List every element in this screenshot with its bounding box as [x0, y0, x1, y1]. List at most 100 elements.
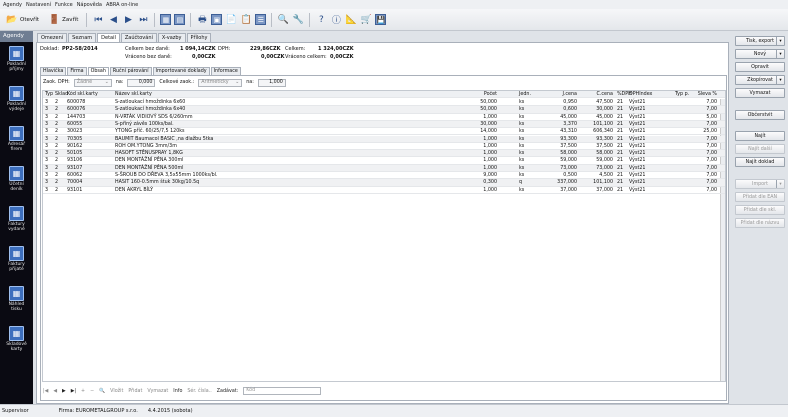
doc-icon[interactable]: ▣	[211, 14, 223, 25]
chevron-down-icon[interactable]: ▾	[776, 50, 784, 58]
table-cell: S-ŠROUB DO DŘEVA 3,5x55mm 1000ks/bl.	[115, 173, 218, 178]
chevron-down-icon[interactable]: ▾	[776, 76, 784, 84]
vat-rounding-amount[interactable]: 0,000	[127, 78, 156, 87]
save-icon[interactable]: 💾	[375, 14, 387, 25]
chevron-down-icon[interactable]: ▾	[776, 37, 784, 45]
table-cell: 600078	[67, 100, 86, 105]
table-row[interactable]: 3 2 70004 HASIT 160-0.5mm štuk 30kg/10.5q 0,…	[43, 179, 725, 187]
refresh-button[interactable]: Občerstvit	[735, 110, 785, 120]
table-row[interactable]: 3 2 144703 N-VRTÁK VIDIOVÝ SDS 6/260mm 1,000…	[43, 114, 725, 121]
nav-minus-icon[interactable]: −	[90, 389, 94, 394]
menu-item[interactable]: Agendy	[3, 2, 22, 8]
table-row[interactable]: 3 2 600078 S-zatloukací hmoždinka 6x60 50,00…	[43, 99, 725, 107]
nav-first-icon[interactable]: |◀	[43, 389, 48, 394]
menu-item[interactable]: ABRA on-line	[106, 2, 138, 8]
table-row[interactable]: 3 2 93107 DEN MONTÁŽNÍ PĚNA 500ml 1,000 ks 73,…	[43, 164, 725, 172]
info-icon[interactable]: ⓘ	[330, 14, 342, 26]
sidebar-item[interactable]: ▦ Adresář firem	[0, 126, 33, 162]
table-row[interactable]: 3 2 93101 DEN AKRYL BÍLÝ 1,000 ks 37,000 37,000…	[43, 187, 725, 194]
nav-search-icon[interactable]: 🔍	[99, 389, 105, 394]
first-icon[interactable]: ⏮	[92, 14, 104, 26]
cart-icon[interactable]: 🛒	[360, 14, 372, 26]
add-by-ean-button[interactable]: Přidat dle EAN	[735, 192, 785, 202]
nav-next-icon[interactable]: ▶	[62, 389, 66, 394]
sidebar-item[interactable]: ▦ Skladové karty	[0, 326, 33, 362]
table-row[interactable]: 3 2 60055 S-příný závěs 100ks/bal. 30,000 ks 3…	[43, 120, 725, 129]
table-row[interactable]: 3 2 30023 YTONG příč. 60/25/7,5 120ks 14,000…	[43, 128, 725, 136]
new-button[interactable]: Nový ▾	[735, 49, 785, 59]
help-icon[interactable]: ?	[315, 14, 327, 26]
prev-icon[interactable]: ◀	[107, 14, 119, 26]
sidebar-item[interactable]: ▦ Účetní deník	[0, 166, 33, 202]
tab-5[interactable]: Přílohy	[186, 33, 212, 42]
subtab-4[interactable]: Importované doklady	[152, 67, 210, 75]
edit-button[interactable]: Opravit	[735, 62, 785, 72]
total: 1 324,00CZK	[318, 46, 354, 52]
filter-icon[interactable]: 🔧	[292, 14, 304, 26]
tab-3[interactable]: Zaúčtování	[120, 33, 157, 42]
add-by-name-button[interactable]: Přidat dle názvu	[735, 218, 785, 228]
ruler-icon[interactable]: 📐	[345, 14, 357, 26]
sidebar-item[interactable]: ▦ Faktury přijaté	[0, 246, 33, 282]
tab-1[interactable]: Seznam	[68, 33, 97, 42]
find-next-button[interactable]: Najít další	[735, 144, 785, 154]
sidebar-item[interactable]: ▦ Pokladní výdeje	[0, 86, 33, 122]
status-date: 4.4.2015 (sobota)	[147, 408, 193, 414]
table-row[interactable]: 3 2 70305 BAUMIT Baumacol BASIC ,na dlažbu …	[43, 135, 725, 143]
chevron-down-icon[interactable]: ▾	[776, 180, 784, 188]
table-row[interactable]: 3 2 93106 DEN MONTÁŽNÍ PĚNA 300ml 1,000 ks 59,…	[43, 157, 725, 165]
subtab-0[interactable]: Hlavička	[40, 67, 67, 75]
calc2-icon[interactable]: ▤	[174, 14, 186, 25]
table-row[interactable]: 3 2 600076 S-zatloukací hmoždinka 6x40 50,00…	[43, 106, 725, 114]
close-button[interactable]: 🚪 Zavřít	[45, 13, 81, 27]
subtab-3[interactable]: Ruční párování	[109, 67, 152, 75]
menu-item[interactable]: Nastavení	[26, 2, 51, 8]
subtab-2[interactable]: Obsah	[87, 67, 109, 75]
open-button[interactable]: 📂 Otevřít	[3, 13, 42, 27]
search-icon[interactable]: 🔍	[277, 14, 289, 26]
nav-prev-icon[interactable]: ◀	[53, 389, 57, 394]
table-row[interactable]: 3 2 90162 ROH OM.YTONG 3mm/3m 1,000 ks 37,500 3…	[43, 143, 725, 151]
table-cell: 1,000	[483, 143, 497, 149]
copy-icon[interactable]: 📄	[225, 14, 237, 26]
add-by-stock-button[interactable]: Přidat dle skl.	[735, 205, 785, 215]
info-button[interactable]: Info	[173, 389, 182, 394]
delete-row-button[interactable]: Vymazat	[147, 389, 168, 394]
grid-navigator: |◀ ◀ ▶ ▶| + − 🔍 Vložit Přidat Vymazat In…	[43, 386, 322, 396]
insert-button[interactable]: Vložit	[110, 389, 123, 394]
print-icon[interactable]: 🖶	[196, 14, 208, 26]
vat-rounding-select[interactable]: Žádné ⌄	[73, 78, 112, 87]
tab-4[interactable]: X-vazby	[157, 33, 186, 42]
table-cell: 21	[617, 121, 624, 127]
add-button[interactable]: Přidat	[128, 389, 142, 394]
table-cell: 21	[617, 136, 624, 142]
nav-plus-icon[interactable]: +	[81, 389, 85, 394]
subtab-1[interactable]: Firma	[67, 67, 87, 75]
subtab-5[interactable]: Informace	[210, 67, 241, 75]
find-button[interactable]: Najít	[735, 131, 785, 141]
next-icon[interactable]: ▶	[122, 14, 134, 26]
nav-last-icon[interactable]: ▶|	[71, 389, 76, 394]
table-cell: 7,00	[706, 158, 717, 164]
sidebar-item[interactable]: ▦ Faktury vydané	[0, 206, 33, 242]
last-icon[interactable]: ⏭	[137, 14, 149, 26]
sidebar-item[interactable]: ▦ Pokladní příjmy	[0, 46, 33, 82]
calc-icon[interactable]: ▦	[160, 14, 172, 25]
total-rounding-select[interactable]: Aritmeticky ⌄	[198, 78, 243, 87]
copy-button[interactable]: Zkopírovat ▾	[735, 75, 785, 85]
table-row[interactable]: 3 2 60062 S-ŠROUB DO DŘEVA 3,5x55mm 1000ks/…	[43, 172, 725, 180]
list-icon[interactable]: ☰	[255, 14, 267, 25]
find-document-button[interactable]: Najít doklad	[735, 157, 785, 167]
print-export-button[interactable]: Tisk, export ▾	[735, 36, 785, 46]
tab-0[interactable]: Omezení	[37, 33, 68, 42]
sidebar-item[interactable]: ▦ Náhled tisku	[0, 286, 33, 322]
serial-numbers-button[interactable]: Sér. čísla..	[187, 389, 211, 394]
table-row[interactable]: 3 2 50105 HASOFT STĚNUSPRAY 1,8KG 1,000 ks 58,…	[43, 150, 725, 158]
menu-item[interactable]: Nápověda	[77, 2, 102, 8]
delete-button[interactable]: Vymazat	[735, 88, 785, 98]
new-doc-icon[interactable]: 📋	[240, 14, 252, 26]
menu-item[interactable]: Funkce	[55, 2, 73, 8]
enter-by-select[interactable]: Kód	[243, 387, 322, 395]
total-rounding-amount[interactable]: 1,000	[257, 78, 286, 87]
import-button[interactable]: Import ▾	[735, 179, 785, 189]
